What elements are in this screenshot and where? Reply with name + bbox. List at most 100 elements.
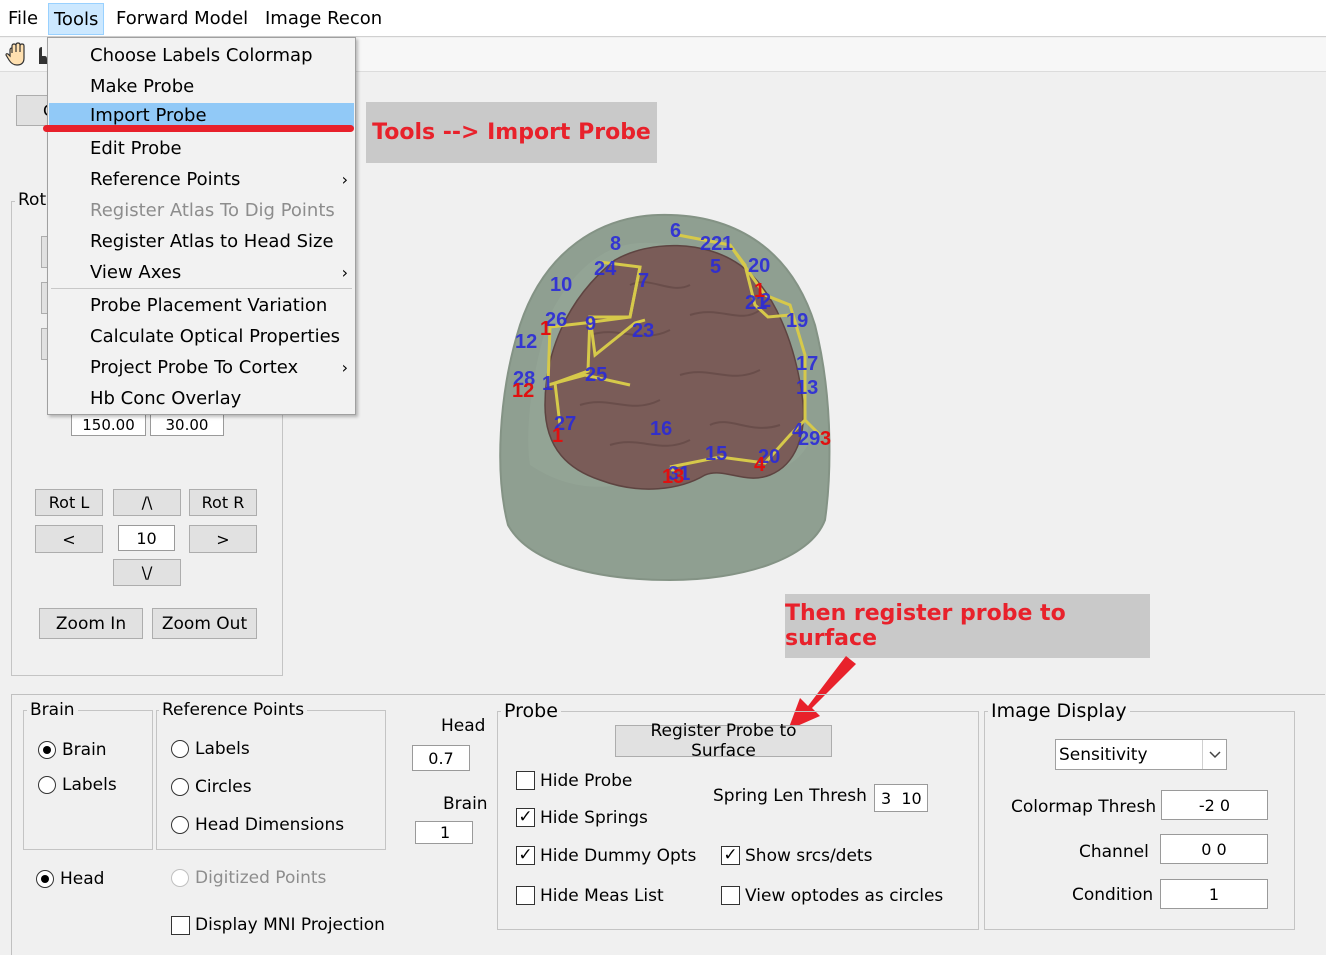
probe-number: 16 bbox=[650, 418, 672, 440]
probe-number: 6 bbox=[670, 220, 681, 242]
register-probe-button[interactable]: Register Probe to Surface bbox=[615, 721, 832, 761]
azimuth-field[interactable]: 150.00 bbox=[71, 413, 146, 436]
reference-points-title: Reference Points bbox=[159, 700, 308, 720]
menu-item-project-probe-cortex[interactable]: Project Probe To Cortex › bbox=[49, 355, 354, 380]
channel-field[interactable]: 0 0 bbox=[1160, 834, 1268, 864]
rotate-up-button[interactable]: /\ bbox=[113, 489, 181, 516]
probe-number-red: 1 bbox=[552, 425, 563, 447]
colormap-thresh-field[interactable]: -2 0 bbox=[1161, 790, 1268, 820]
hide-dummy-opts-label: Hide Dummy Opts bbox=[540, 846, 697, 866]
menu-item-register-atlas-head-size[interactable]: Register Atlas to Head Size bbox=[49, 229, 354, 254]
rot-right-button[interactable]: Rot R bbox=[189, 489, 257, 516]
rotation-step-field[interactable]: 10 bbox=[118, 525, 175, 551]
digitized-points-label: Digitized Points bbox=[195, 868, 327, 888]
brain-group-title: Brain bbox=[27, 700, 78, 720]
ref-labels-radio[interactable] bbox=[171, 740, 189, 758]
hide-meas-list-checkbox[interactable] bbox=[516, 886, 535, 905]
probe-number: 24 bbox=[594, 258, 617, 280]
view-optodes-circles-checkbox[interactable] bbox=[721, 886, 740, 905]
probe-number: 17 bbox=[796, 353, 818, 375]
labels-radio[interactable] bbox=[38, 776, 56, 794]
import-probe-underline bbox=[43, 125, 354, 132]
menu-tools[interactable]: Tools bbox=[48, 3, 105, 35]
menu-item-choose-labels-colormap[interactable]: Choose Labels Colormap bbox=[49, 43, 354, 68]
probe-number: 9 bbox=[585, 313, 596, 335]
head-opacity-field[interactable]: 0.7 bbox=[412, 745, 470, 771]
condition-label: Condition bbox=[1072, 885, 1154, 905]
spring-len-thresh-field[interactable]: 3 10 bbox=[874, 784, 928, 812]
rot-left-button[interactable]: Rot L bbox=[35, 489, 103, 516]
rotate-left-button[interactable]: < bbox=[35, 525, 103, 553]
ref-circles-label: Circles bbox=[195, 777, 252, 797]
menu-item-hb-conc-overlay[interactable]: Hb Conc Overlay bbox=[49, 386, 354, 411]
menu-item-label: Calculate Optical Properties bbox=[90, 326, 341, 347]
brain-radio[interactable] bbox=[38, 741, 56, 759]
head-radio[interactable] bbox=[36, 870, 54, 888]
brain-radio-label: Brain bbox=[62, 740, 107, 760]
submenu-arrow-icon: › bbox=[341, 263, 348, 282]
hide-springs-checkbox[interactable]: ✓ bbox=[516, 808, 535, 827]
probe-number: 23 bbox=[632, 320, 654, 342]
digitized-points-radio[interactable] bbox=[171, 869, 189, 887]
probe-number: 20 bbox=[748, 255, 770, 277]
rotation-group-title: Rot bbox=[15, 190, 50, 210]
probe-number: 15 bbox=[705, 443, 727, 465]
sensitivity-select[interactable]: Sensitivity bbox=[1055, 739, 1227, 770]
probe-number-red: 12 bbox=[512, 380, 534, 402]
ref-head-dimensions-label: Head Dimensions bbox=[195, 815, 345, 835]
menu-item-label: Hb Conc Overlay bbox=[90, 388, 242, 409]
probe-number: 10 bbox=[550, 274, 572, 296]
menu-item-edit-probe[interactable]: Edit Probe bbox=[49, 136, 354, 161]
display-mni-checkbox[interactable] bbox=[171, 916, 190, 935]
hide-probe-checkbox[interactable] bbox=[516, 771, 535, 790]
rotate-right-button[interactable]: > bbox=[189, 525, 257, 553]
submenu-arrow-icon: › bbox=[341, 170, 348, 189]
colormap-thresh-label: Colormap Thresh bbox=[1011, 797, 1157, 817]
rotate-down-button[interactable]: \/ bbox=[113, 559, 181, 586]
menu-item-label: Edit Probe bbox=[90, 138, 182, 159]
probe-number: 8 bbox=[610, 233, 621, 255]
menu-item-label: Reference Points bbox=[90, 169, 241, 190]
hide-meas-list-label: Hide Meas List bbox=[540, 886, 664, 906]
hide-springs-label: Hide Springs bbox=[540, 808, 648, 828]
menu-separator bbox=[51, 288, 352, 289]
menu-item-probe-placement-variation[interactable]: Probe Placement Variation bbox=[49, 293, 354, 318]
tools-dropdown-menu: Choose Labels Colormap Make Probe Import… bbox=[47, 37, 356, 415]
menu-item-register-atlas-dig-points[interactable]: Register Atlas To Dig Points bbox=[49, 198, 354, 223]
show-srcs-dets-label: Show srcs/dets bbox=[745, 846, 873, 866]
menu-item-reference-points[interactable]: Reference Points › bbox=[49, 167, 354, 192]
sensitivity-select-value: Sensitivity bbox=[1059, 745, 1148, 765]
menu-item-calculate-optical-properties[interactable]: Calculate Optical Properties bbox=[49, 324, 354, 349]
hide-dummy-opts-checkbox[interactable]: ✓ bbox=[516, 846, 535, 865]
annotation-register-probe: Then register probe to surface bbox=[785, 594, 1150, 658]
pan-hand-icon[interactable] bbox=[4, 42, 30, 73]
chevron-down-icon bbox=[1202, 740, 1226, 769]
zoom-in-button[interactable]: Zoom In bbox=[39, 608, 143, 639]
show-srcs-dets-checkbox[interactable]: ✓ bbox=[721, 846, 740, 865]
menu-item-view-axes[interactable]: View Axes › bbox=[49, 260, 354, 285]
spring-len-thresh-label: Spring Len Thresh bbox=[713, 786, 867, 806]
menu-image-recon[interactable]: Image Recon bbox=[260, 3, 387, 35]
condition-field[interactable]: 1 bbox=[1160, 879, 1268, 909]
annotation-import-probe: Tools --> Import Probe bbox=[366, 102, 657, 163]
probe-number-red: 4 bbox=[754, 454, 766, 476]
menu-item-label: Choose Labels Colormap bbox=[90, 45, 313, 66]
menu-forward-model[interactable]: Forward Model bbox=[111, 3, 253, 35]
probe-number: 5 bbox=[710, 256, 721, 278]
zoom-out-button[interactable]: Zoom Out bbox=[152, 608, 257, 639]
menu-item-make-probe[interactable]: Make Probe bbox=[49, 74, 354, 99]
probe-number: 1 bbox=[722, 233, 733, 255]
brain-opacity-field[interactable]: 1 bbox=[415, 821, 473, 844]
ref-head-dimensions-radio[interactable] bbox=[171, 816, 189, 834]
head-3d-view[interactable]: 6 8 22 1 5 20 24 7 10 2 21 26 9 19 23 12… bbox=[490, 205, 840, 590]
ref-circles-radio[interactable] bbox=[171, 778, 189, 796]
probe-number: 19 bbox=[786, 310, 808, 332]
labels-radio-label: Labels bbox=[62, 775, 117, 795]
image-display-title: Image Display bbox=[988, 701, 1130, 721]
menu-file[interactable]: File bbox=[3, 3, 43, 35]
probe-number: 12 bbox=[515, 331, 537, 353]
hide-probe-label: Hide Probe bbox=[540, 771, 633, 791]
head-radio-label: Head bbox=[60, 869, 105, 889]
view-optodes-circles-label: View optodes as circles bbox=[745, 886, 944, 906]
elevation-field[interactable]: 30.00 bbox=[150, 413, 224, 436]
